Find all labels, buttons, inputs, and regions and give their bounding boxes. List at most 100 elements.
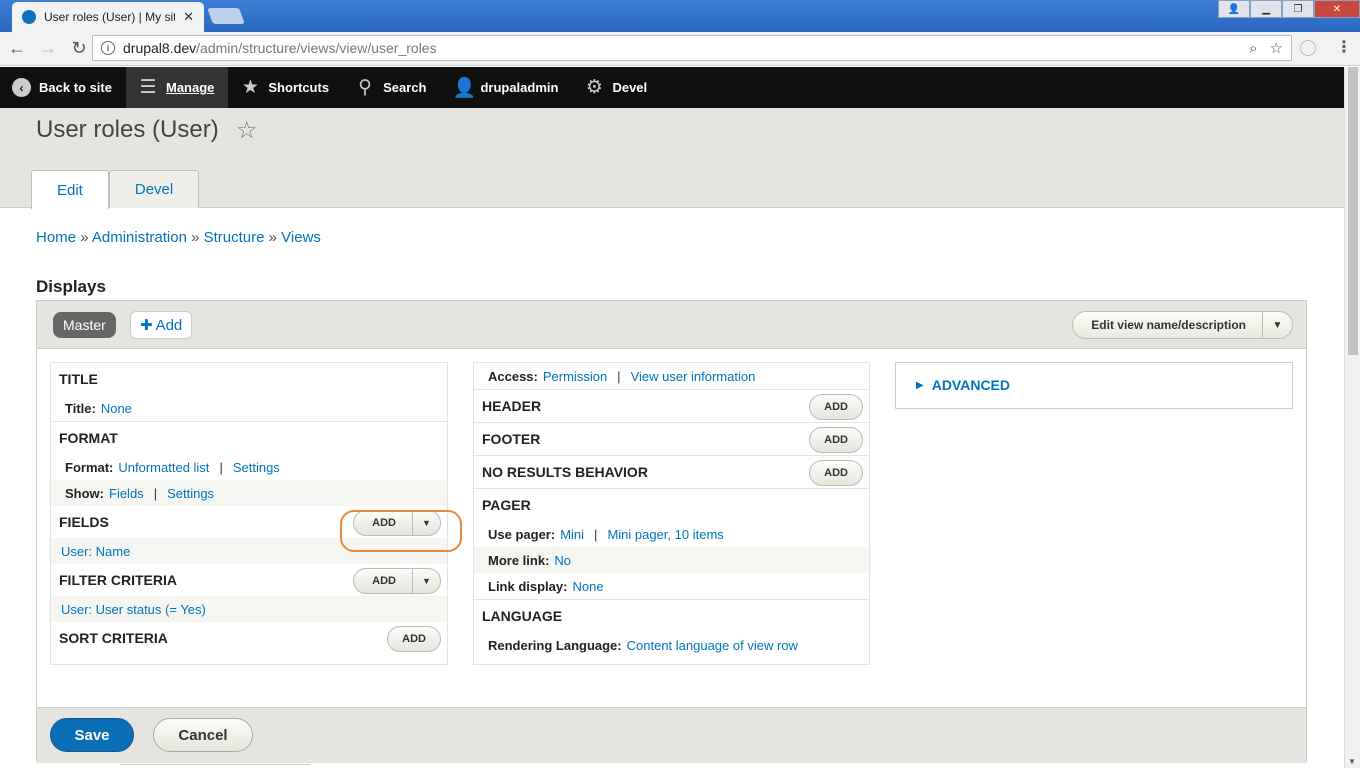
edit-view-name-label[interactable]: Edit view name/description — [1073, 318, 1262, 332]
footer-heading-label: FOOTER — [482, 431, 541, 447]
scrollbar-thumb[interactable] — [1348, 67, 1358, 355]
user-profile-icon[interactable]: 👤 — [1218, 0, 1250, 18]
use-pager-value-link[interactable]: Mini — [560, 527, 584, 542]
no-results-heading-label: NO RESULTS BEHAVIOR — [482, 464, 648, 480]
forward-arrow-icon[interactable]: → — [34, 35, 62, 63]
new-tab-button[interactable] — [207, 8, 245, 24]
close-window-button[interactable]: ✕ — [1314, 0, 1360, 18]
shortcut-star-icon[interactable]: ☆ — [236, 116, 258, 145]
back-arrow-icon[interactable]: ← — [3, 35, 31, 63]
tab-devel[interactable]: Devel — [108, 170, 200, 208]
access-row: Access: Permission | View user informati… — [474, 363, 869, 389]
language-section-heading: LANGUAGE — [482, 608, 563, 624]
header-add-button[interactable]: Add — [809, 394, 863, 420]
chevron-down-icon[interactable]: ▼ — [1262, 312, 1292, 338]
no-results-add-button[interactable]: Add — [809, 460, 863, 486]
title-section-heading: TITLE — [59, 371, 98, 387]
site-info-icon[interactable]: i — [101, 41, 115, 55]
browser-menu-icon[interactable]: ⋮ — [1336, 37, 1352, 57]
cancel-button[interactable]: Cancel — [153, 718, 253, 752]
middle-column: Access: Permission | View user informati… — [473, 362, 870, 665]
format-settings-link[interactable]: Settings — [233, 460, 280, 475]
breadcrumb: Home » Administration » Structure » View… — [36, 229, 321, 246]
link-display-value-link[interactable]: None — [572, 579, 603, 594]
chevron-down-icon[interactable]: ▼ — [412, 511, 440, 535]
advanced-toggle[interactable]: ▶ ADVANCED — [916, 377, 1010, 393]
filter-add-button[interactable]: Add — [354, 575, 412, 587]
filter-heading-label: FILTER CRITERIA — [59, 572, 177, 588]
breadcrumb-views[interactable]: Views — [281, 229, 321, 246]
footer-add-button[interactable]: Add — [809, 427, 863, 453]
left-column: TITLE Title: None FORMAT Format: Unforma… — [50, 362, 448, 665]
save-button[interactable]: Save — [50, 718, 134, 752]
user-label: drupaladmin — [480, 80, 559, 95]
page-header: User roles (User) ☆ Edit Devel — [0, 108, 1344, 209]
format-row: Format: Unformatted list | Settings — [51, 454, 447, 480]
format-label: Format: — [65, 459, 114, 475]
field-user-name-link[interactable]: User: Name — [61, 544, 130, 559]
edit-view-name-dropbutton[interactable]: Edit view name/description ▼ — [1072, 311, 1293, 339]
plus-icon: ✚ — [140, 317, 153, 334]
breadcrumb-administration[interactable]: Administration — [92, 229, 187, 246]
browser-tab-title: User roles (User) | My site — [44, 10, 176, 24]
reload-icon[interactable]: ↻ — [65, 35, 93, 63]
chevron-down-icon[interactable]: ▼ — [412, 569, 440, 593]
browser-titlebar: User roles (User) | My site ✕ 👤 ▁ ❐ ✕ — [0, 0, 1360, 32]
zoom-icon[interactable]: ⌕ — [1249, 40, 1257, 57]
separator: | — [617, 368, 621, 384]
bookmark-star-icon[interactable]: ☆ — [1270, 39, 1283, 57]
manage-label: Manage — [165, 80, 215, 95]
minimize-button[interactable]: ▁ — [1250, 0, 1282, 18]
access-detail-link[interactable]: View user information — [631, 369, 756, 384]
rendering-language-label: Rendering Language: — [488, 637, 622, 653]
extension-icon[interactable] — [1300, 40, 1316, 56]
format-section-heading: FORMAT — [59, 430, 118, 446]
show-label: Show: — [65, 485, 104, 501]
scroll-down-arrow-icon[interactable]: ▼ — [1348, 757, 1356, 766]
user-icon: 👤 — [452, 77, 477, 99]
footer-section-heading: FOOTER Add — [474, 423, 869, 455]
show-row: Show: Fields | Settings — [51, 480, 447, 506]
use-pager-row: Use pager: Mini | Mini pager, 10 items — [474, 521, 869, 547]
breadcrumb-home[interactable]: Home — [36, 229, 76, 246]
displays-heading: Displays — [36, 277, 106, 296]
tab-edit[interactable]: Edit — [31, 170, 109, 209]
fields-add-dropbutton[interactable]: Add ▼ — [353, 510, 441, 536]
title-label: Title: — [65, 400, 96, 416]
page-title: User roles (User) — [36, 116, 219, 143]
separator: | — [153, 485, 158, 501]
devel-tray-button[interactable]: ⚙ Devel — [572, 67, 661, 108]
show-settings-link[interactable]: Settings — [167, 486, 214, 501]
header-section-heading: HEADER Add — [474, 390, 869, 422]
pager-detail-link[interactable]: Mini pager, 10 items — [607, 527, 723, 542]
maximize-button[interactable]: ❐ — [1282, 0, 1314, 18]
show-value-link[interactable]: Fields — [109, 486, 144, 501]
tab-close-icon[interactable]: ✕ — [183, 9, 194, 25]
search-tray-button[interactable]: ⚲ Search — [343, 67, 440, 108]
fields-add-button[interactable]: Add — [354, 517, 412, 529]
master-display-tab[interactable]: Master — [53, 312, 116, 338]
rendering-language-row: Rendering Language: Content language of … — [474, 632, 869, 658]
rendering-language-link[interactable]: Content language of view row — [627, 638, 798, 653]
browser-toolbar: ← → ↻ i drupal8.dev/admin/structure/view… — [0, 32, 1360, 66]
address-bar[interactable]: i drupal8.dev/admin/structure/views/view… — [92, 35, 1292, 61]
fields-section-heading: FIELDS Add ▼ — [51, 506, 447, 538]
shortcuts-tray-button[interactable]: ★ Shortcuts — [228, 67, 343, 108]
more-link-row: More link: No — [474, 547, 869, 573]
filter-add-dropbutton[interactable]: Add ▼ — [353, 568, 441, 594]
user-tray-button[interactable]: 👤 drupaladmin — [440, 67, 572, 108]
manage-tray-button[interactable]: ☰ Manage — [125, 67, 229, 108]
browser-tab[interactable]: User roles (User) | My site ✕ — [12, 2, 204, 32]
more-link-value-link[interactable]: No — [554, 553, 571, 568]
title-value-link[interactable]: None — [101, 401, 132, 416]
filter-user-status-link[interactable]: User: User status (= Yes) — [61, 602, 206, 617]
sort-add-button[interactable]: Add — [387, 626, 441, 652]
page-scrollbar[interactable]: ▼ — [1344, 67, 1360, 768]
format-value-link[interactable]: Unformatted list — [118, 460, 209, 475]
add-display-button[interactable]: ✚ Add — [130, 311, 193, 339]
breadcrumb-structure[interactable]: Structure — [204, 229, 265, 246]
no-results-section-heading: NO RESULTS BEHAVIOR Add — [474, 456, 869, 488]
access-value-link[interactable]: Permission — [543, 369, 607, 384]
pager-section-heading: PAGER — [482, 497, 531, 513]
back-to-site-link[interactable]: ‹ Back to site — [0, 67, 126, 108]
